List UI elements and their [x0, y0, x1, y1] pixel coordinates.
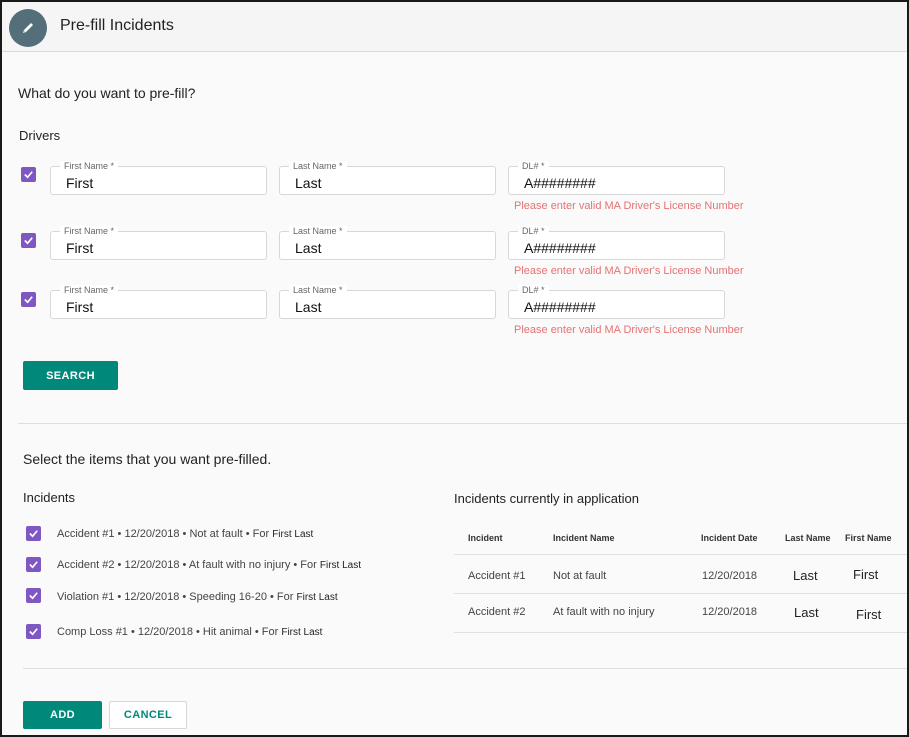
- driver-1-first-name-field[interactable]: First Name * First: [50, 161, 267, 195]
- field-value: A########: [524, 240, 596, 256]
- check-icon: [24, 296, 33, 304]
- table-divider: [454, 554, 907, 555]
- app-window: Pre-fill Incidents What do you want to p…: [0, 0, 909, 737]
- field-label: Last Name *: [289, 161, 347, 171]
- incident-text: Comp Loss #1 • 12/20/2018 • Hit animal •…: [57, 626, 279, 638]
- incident-1-checkbox[interactable]: [26, 526, 41, 541]
- column-header-last-name: Last Name: [785, 533, 831, 543]
- search-button[interactable]: SEARCH: [23, 361, 118, 390]
- table-divider: [454, 632, 907, 633]
- driver-3-last-name-field[interactable]: Last Name * Last: [279, 285, 496, 319]
- drivers-section-label: Drivers: [19, 128, 61, 143]
- section-divider: [23, 668, 907, 669]
- cell-last-name: Last: [794, 605, 819, 620]
- field-label: DL# *: [518, 226, 549, 236]
- driver-3-dl-error: Please enter valid MA Driver's License N…: [514, 324, 744, 336]
- field-label: First Name *: [60, 285, 119, 295]
- field-label: Last Name *: [289, 226, 347, 236]
- incident-driver: First Last: [296, 592, 338, 603]
- incident-item-2: Accident #2 • 12/20/2018 • At fault with…: [57, 559, 361, 571]
- section-divider: [18, 423, 907, 424]
- check-icon: [29, 628, 38, 636]
- cell-incident-date: 12/20/2018: [702, 570, 758, 582]
- incident-text: Accident #1 • 12/20/2018 • Not at fault …: [57, 528, 270, 540]
- driver-1-dl-field[interactable]: DL# * A########: [508, 161, 725, 195]
- column-header-incident-name: Incident Name: [553, 533, 615, 543]
- incident-text: Accident #2 • 12/20/2018 • At fault with…: [57, 559, 317, 571]
- incident-4-checkbox[interactable]: [26, 624, 41, 639]
- field-value: A########: [524, 175, 596, 191]
- select-items-title: Select the items that you want pre-fille…: [23, 451, 272, 467]
- incident-item-1: Accident #1 • 12/20/2018 • Not at fault …: [57, 528, 313, 540]
- cell-first-name: First: [853, 567, 879, 582]
- check-icon: [29, 561, 38, 569]
- incident-2-checkbox[interactable]: [26, 557, 41, 572]
- incident-item-4: Comp Loss #1 • 12/20/2018 • Hit animal •…: [57, 626, 322, 638]
- incident-driver: First Last: [272, 529, 314, 540]
- cell-first-name: First: [856, 607, 882, 622]
- cell-incident-name: Not at fault: [553, 570, 607, 582]
- cancel-button[interactable]: CANCEL: [109, 701, 187, 729]
- field-value: First: [66, 299, 94, 315]
- field-value: Last: [295, 175, 322, 191]
- check-icon: [24, 237, 33, 245]
- driver-2-checkbox[interactable]: [21, 233, 36, 248]
- cell-incident: Accident #1: [468, 570, 526, 582]
- cell-incident: Accident #2: [468, 606, 526, 618]
- driver-2-dl-error: Please enter valid MA Driver's License N…: [514, 265, 744, 277]
- current-incidents-label: Incidents currently in application: [454, 491, 639, 506]
- field-value: First: [66, 240, 94, 256]
- field-value: A########: [524, 299, 596, 315]
- field-label: Last Name *: [289, 285, 347, 295]
- header-bar: Pre-fill Incidents: [2, 2, 907, 52]
- incident-text: Violation #1 • 12/20/2018 • Speeding 16-…: [57, 591, 294, 603]
- incident-item-3: Violation #1 • 12/20/2018 • Speeding 16-…: [57, 591, 338, 603]
- column-header-incident: Incident: [468, 533, 503, 543]
- incidents-section-label: Incidents: [23, 490, 76, 505]
- page-title: Pre-fill Incidents: [60, 17, 174, 34]
- field-value: First: [66, 175, 94, 191]
- driver-3-dl-field[interactable]: DL# * A########: [508, 285, 725, 319]
- driver-2-last-name-field[interactable]: Last Name * Last: [279, 226, 496, 260]
- table-divider: [454, 593, 907, 594]
- check-icon: [29, 530, 38, 538]
- driver-2-dl-field[interactable]: DL# * A########: [508, 226, 725, 260]
- column-header-first-name: First Name: [845, 533, 892, 543]
- field-label: First Name *: [60, 226, 119, 236]
- cell-incident-name: At fault with no injury: [553, 606, 655, 618]
- incident-3-checkbox[interactable]: [26, 588, 41, 603]
- incident-driver: First Last: [319, 560, 361, 571]
- driver-1-checkbox[interactable]: [21, 167, 36, 182]
- field-label: DL# *: [518, 285, 549, 295]
- pencil-icon: [23, 23, 33, 33]
- check-icon: [24, 171, 33, 179]
- cell-last-name: Last: [793, 568, 818, 583]
- prefill-question: What do you want to pre-fill?: [18, 85, 196, 101]
- driver-3-checkbox[interactable]: [21, 292, 36, 307]
- incident-driver: First Last: [281, 627, 323, 638]
- driver-1-last-name-field[interactable]: Last Name * Last: [279, 161, 496, 195]
- field-label: First Name *: [60, 161, 119, 171]
- driver-1-dl-error: Please enter valid MA Driver's License N…: [514, 200, 744, 212]
- add-button[interactable]: ADD: [23, 701, 102, 729]
- driver-3-first-name-field[interactable]: First Name * First: [50, 285, 267, 319]
- driver-2-first-name-field[interactable]: First Name * First: [50, 226, 267, 260]
- field-label: DL# *: [518, 161, 549, 171]
- header-avatar: [9, 9, 47, 47]
- cell-incident-date: 12/20/2018: [702, 606, 758, 618]
- field-value: Last: [295, 299, 322, 315]
- check-icon: [29, 592, 38, 600]
- field-value: Last: [295, 240, 322, 256]
- column-header-incident-date: Incident Date: [701, 533, 758, 543]
